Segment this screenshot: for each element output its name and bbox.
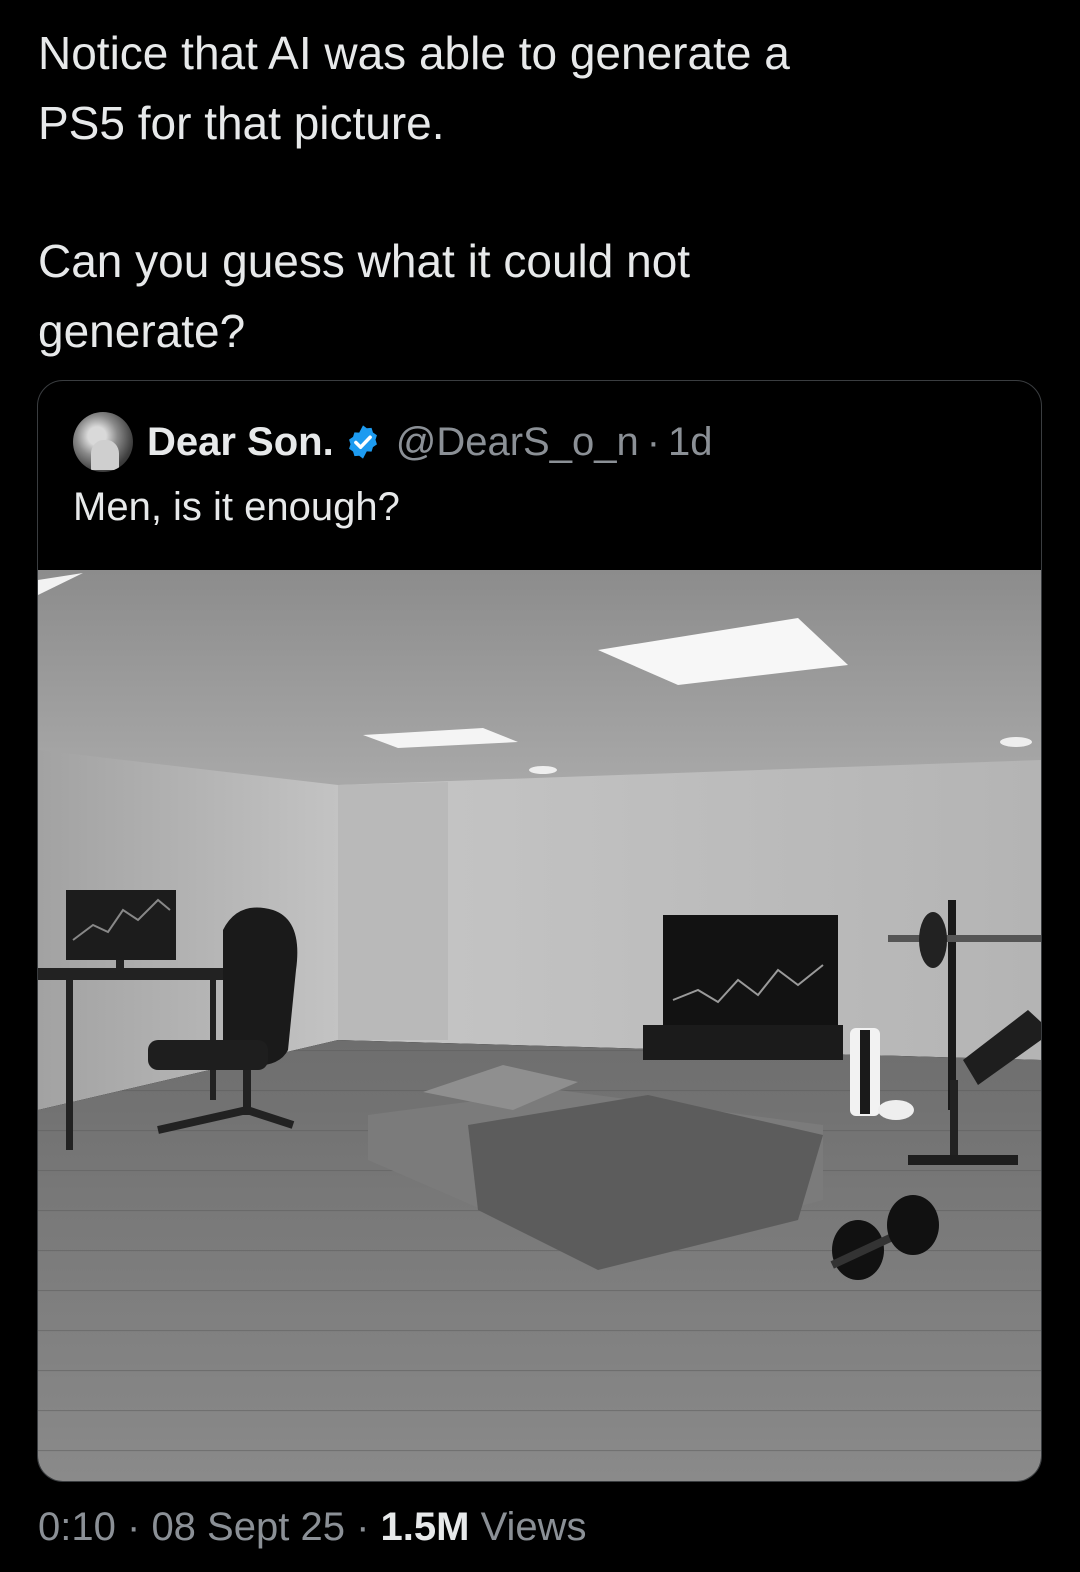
post-time: 0:10 — [38, 1505, 116, 1549]
quoted-tweet-card[interactable]: Dear Son. @DearS_o_n · 1d Men, is it eno… — [37, 380, 1042, 1482]
views-label[interactable]: Views — [481, 1505, 587, 1549]
tweet-text-line: Notice that AI was able to generate a — [38, 27, 790, 79]
quoted-tweet-text: Men, is it enough? — [73, 485, 400, 529]
post-date: 08 Sept 25 — [151, 1505, 345, 1549]
separator-dot: · — [126, 1505, 141, 1549]
avatar[interactable] — [73, 412, 133, 472]
views-count[interactable]: 1.5M — [381, 1505, 470, 1549]
post-age[interactable]: 1d — [668, 420, 713, 465]
verified-badge-icon — [348, 425, 377, 459]
tweet-text: Notice that AI was able to generate a PS… — [38, 18, 1038, 366]
quoted-tweet-header: Dear Son. @DearS_o_n · 1d — [73, 411, 713, 473]
tweet-metadata: 0:10 · 08 Sept 25 · 1.5M Views — [38, 1505, 587, 1550]
display-name[interactable]: Dear Son. — [147, 420, 334, 465]
tweet-text-line: generate? — [38, 305, 246, 357]
separator-dot: · — [356, 1505, 370, 1549]
user-handle[interactable]: @DearS_o_n — [396, 420, 639, 465]
room-photo[interactable] — [38, 570, 1041, 1481]
separator-dot: · — [646, 419, 661, 464]
tweet-text-line: Can you guess what it could not — [38, 235, 691, 287]
tweet-text-line: PS5 for that picture. — [38, 97, 445, 149]
